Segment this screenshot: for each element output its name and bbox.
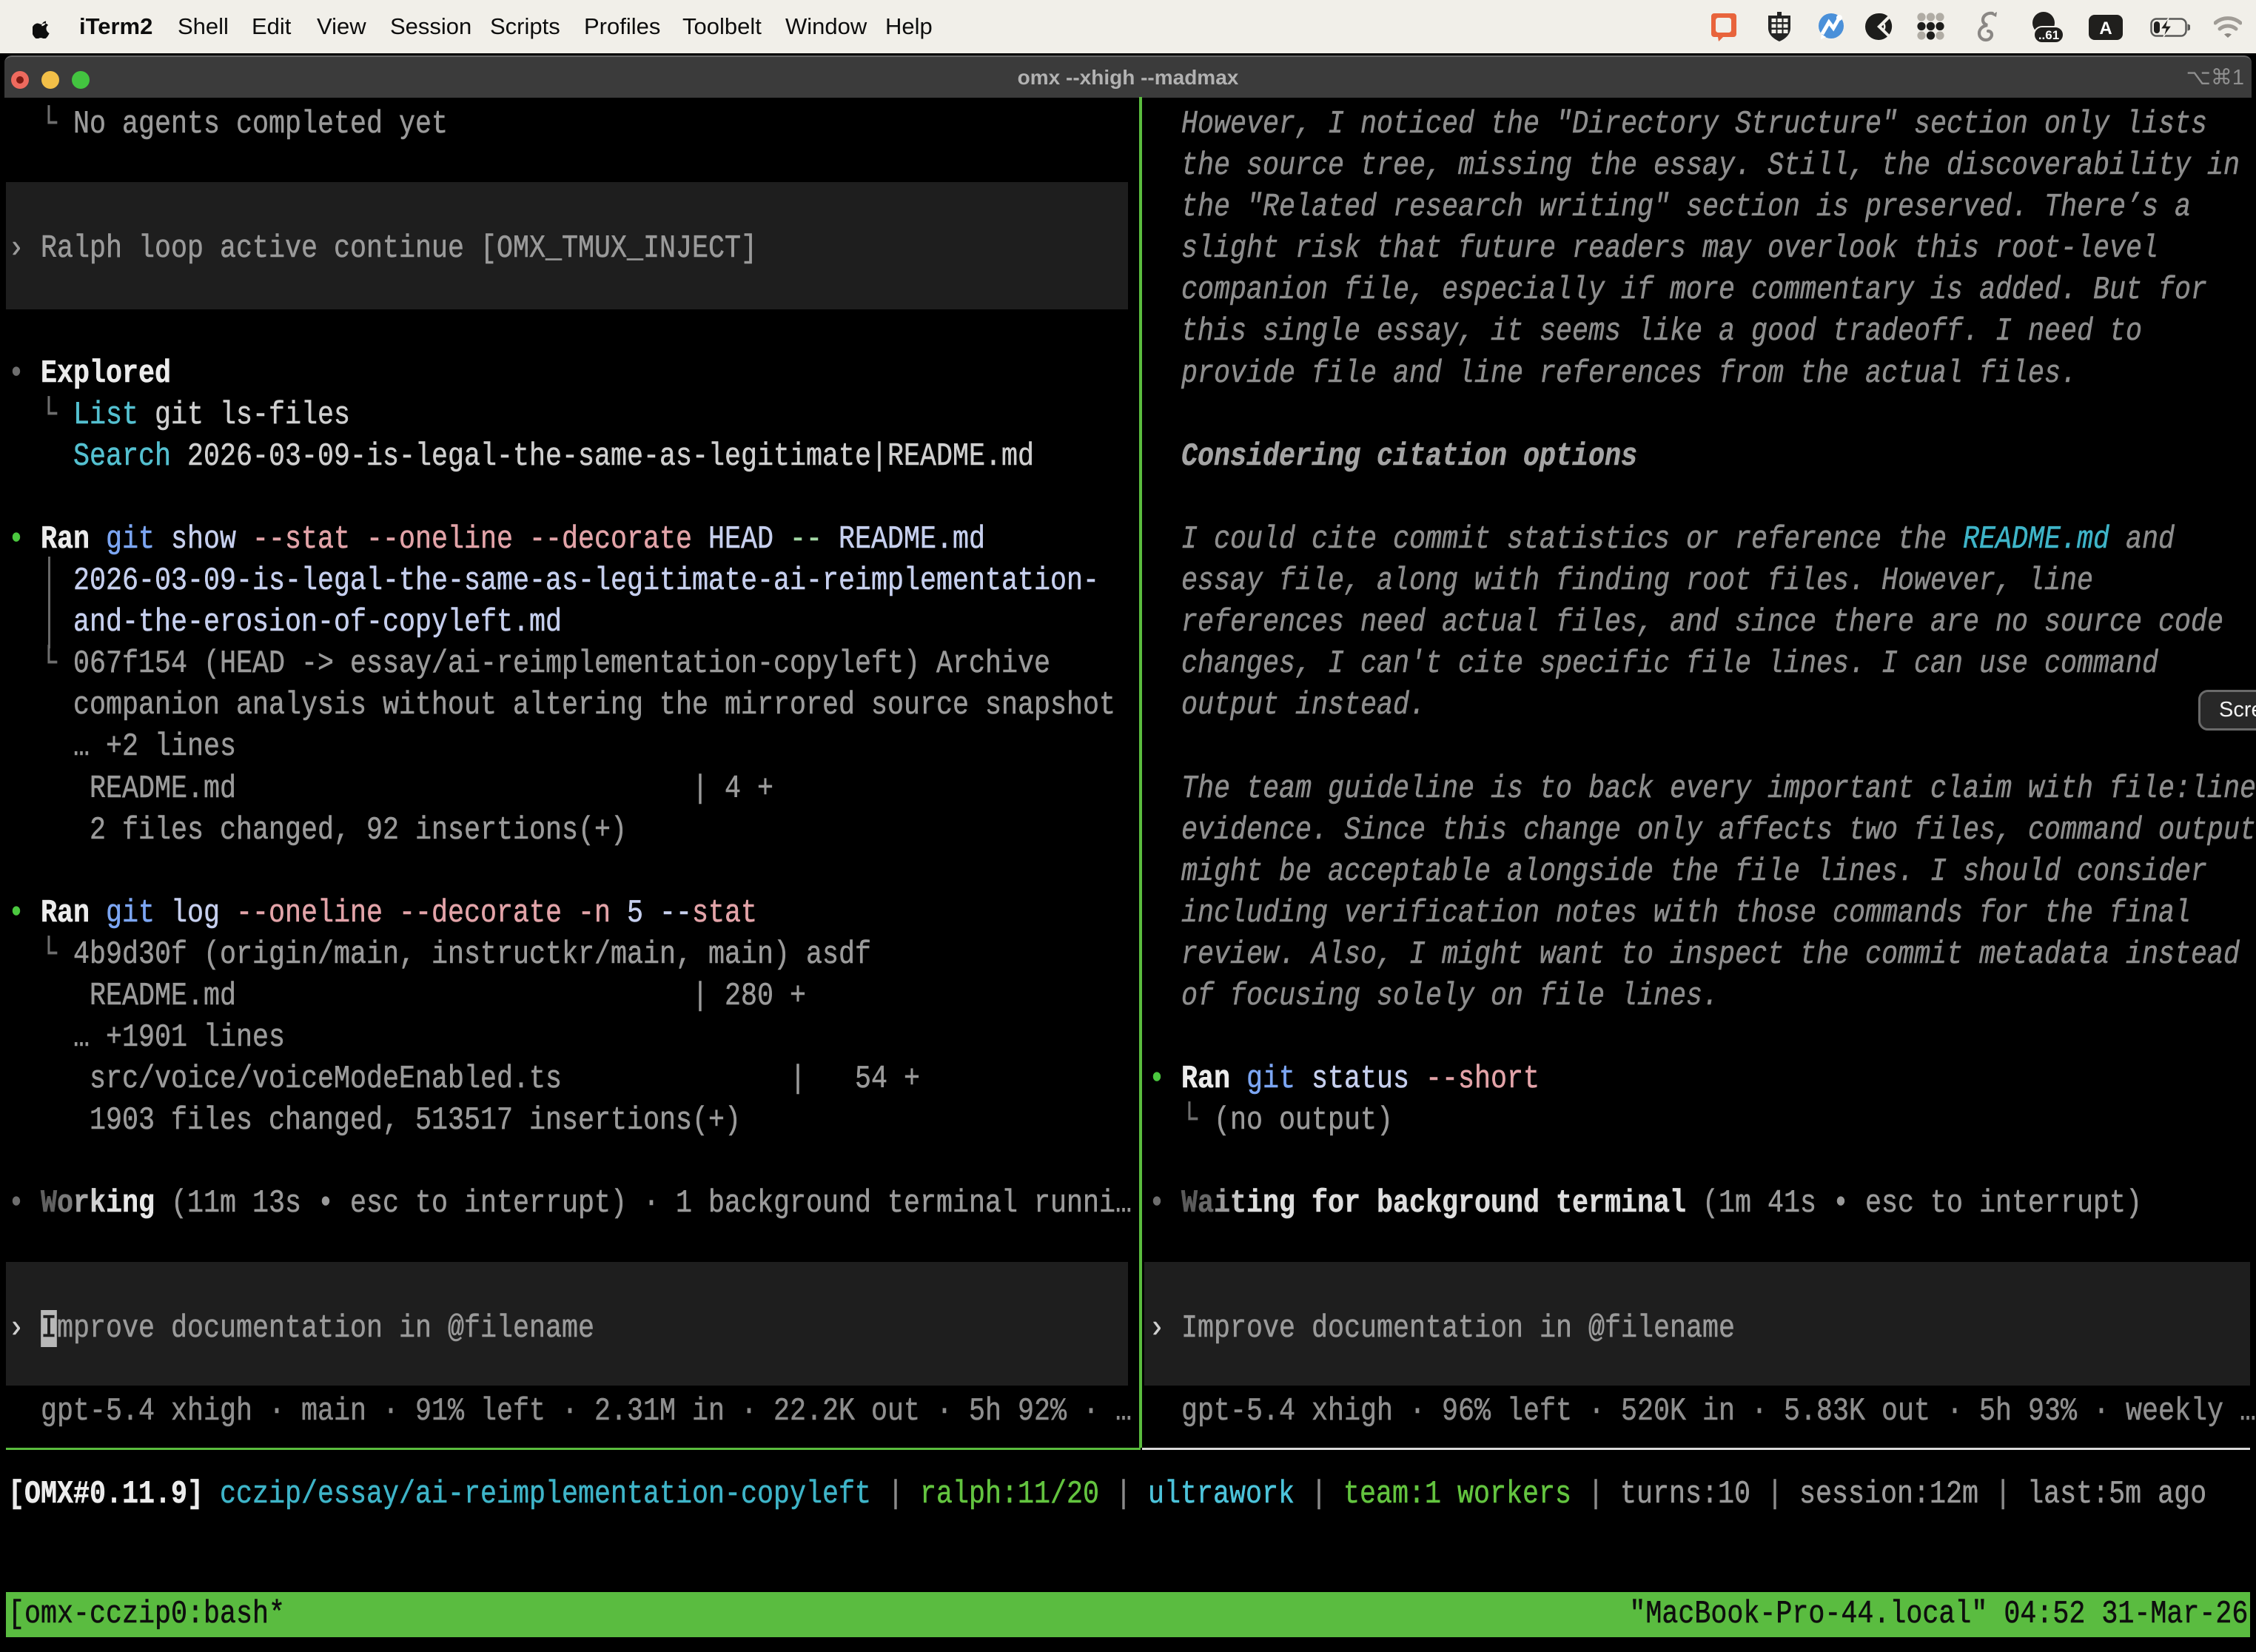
svg-text:A: A bbox=[2099, 19, 2112, 38]
svg-text:..61: ..61 bbox=[2038, 28, 2059, 42]
